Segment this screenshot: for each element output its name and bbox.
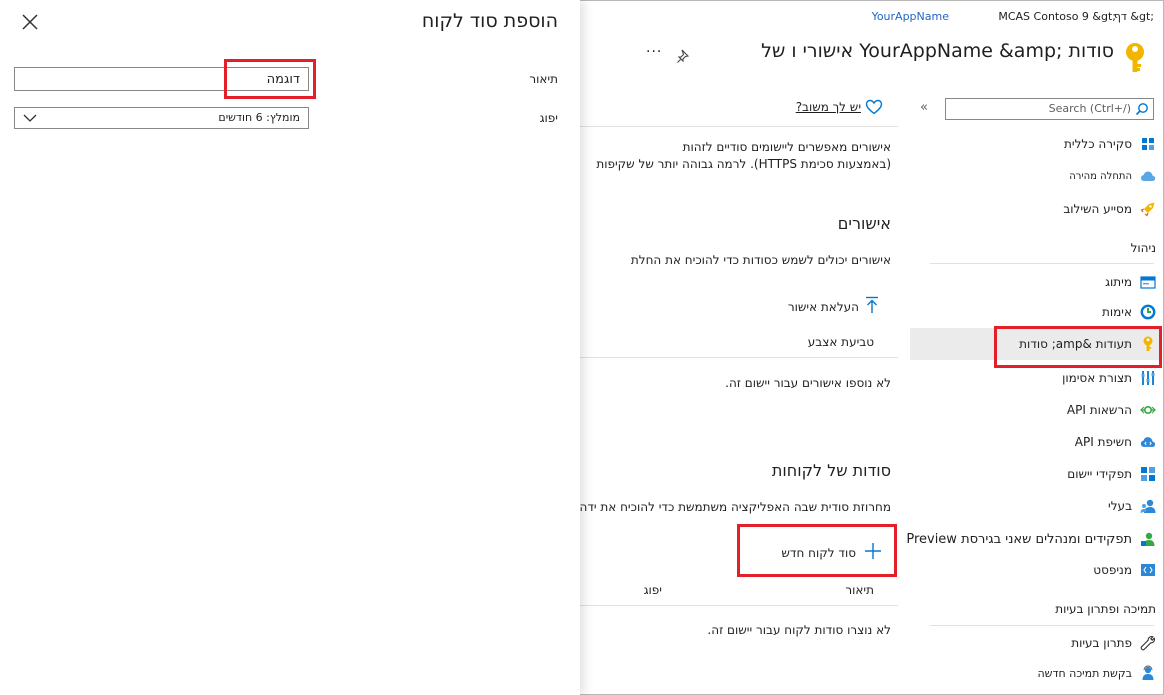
sidebar-item-label: אימות: [1101, 305, 1132, 319]
sidebar-item-expose-api[interactable]: חשיפת API: [1075, 429, 1156, 455]
sidebar-item-label: בעלי: [1108, 499, 1132, 513]
sidebar-item-manifest[interactable]: מניפסט: [1093, 557, 1156, 583]
upload-certificate-button[interactable]: העלאת אישור: [788, 300, 859, 314]
sidebar-item-api-permissions[interactable]: הרשאות API: [1067, 397, 1156, 423]
sidebar-item-new-support-request[interactable]: בקשת תמיכה חדשה: [1037, 660, 1156, 686]
chevron-down-icon: [23, 113, 37, 123]
sidebar-item-label: תפקידים ומנהלים שאני בגירסת Preview: [906, 531, 1132, 547]
section-manage: ניהול: [1130, 241, 1156, 255]
column-header-expires: יפוג: [643, 583, 662, 597]
roles-admins-icon: [1140, 531, 1156, 547]
expires-selected-value: מומלץ: 6 חודשים: [218, 111, 300, 124]
sidebar-item-branding[interactable]: מיתוג: [1105, 269, 1156, 295]
rocket-icon: [1140, 201, 1156, 217]
sidebar-item-label: בקשת תמיכה חדשה: [1037, 666, 1132, 680]
support-person-icon: [1140, 665, 1156, 681]
sidebar-item-roles-administrators[interactable]: תפקידים ומנהלים שאני בגירסת Preview: [906, 526, 1156, 552]
close-icon[interactable]: [20, 12, 40, 32]
sidebar-item-owners[interactable]: בעלי: [1108, 493, 1156, 519]
sidebar-item-label: תפקידי יישום: [1067, 467, 1132, 481]
sidebar-item-label: סקירה כללית: [1064, 137, 1132, 151]
breadcrumb-tenant[interactable]: MCAS Contoso 9 &gt;: [998, 10, 1116, 23]
manifest-icon: [1140, 562, 1156, 578]
panel-title: הוספת סוד לקוח: [421, 10, 558, 32]
grid-icon: [1140, 136, 1156, 152]
heart-icon: [865, 99, 883, 115]
branding-icon: [1140, 274, 1156, 290]
sidebar-item-label: תצורת אסימון: [1062, 371, 1132, 385]
add-client-secret-panel: הוספת סוד לקוח תיאור יפוג מומלץ: 6 חודשי…: [0, 0, 580, 695]
intro-line-1: אישורים מאפשרים ליישומים סודיים לזהות: [682, 140, 891, 154]
owners-icon: [1140, 498, 1156, 514]
pin-icon[interactable]: [676, 48, 692, 64]
app-roles-icon: [1140, 466, 1156, 482]
sidebar-item-label: מיתוג: [1105, 275, 1132, 289]
expires-label: יפוג: [539, 111, 558, 125]
column-header-description: תיאור: [845, 583, 874, 597]
sidebar-item-troubleshooting[interactable]: פתרון בעיות: [1071, 630, 1156, 656]
sidebar-item-label: פתרון בעיות: [1071, 636, 1132, 650]
breadcrumb-app[interactable]: YourAppName: [872, 10, 949, 23]
token-icon: [1140, 370, 1156, 386]
search-input[interactable]: Search (Ctrl+/): [945, 98, 1154, 120]
sidebar-item-label: חשיפת API: [1074, 435, 1132, 449]
cloud-api-icon: [1140, 434, 1156, 450]
section-support: תמיכה ופתרון בעיות: [1055, 602, 1156, 616]
sidebar-item-label: מניפסט: [1093, 563, 1132, 577]
client-secrets-empty-message: לא נוצרו סודות לקוח עבור יישום זה.: [707, 623, 891, 637]
certificates-empty-message: לא נוספו אישורים עבור יישום זה.: [725, 376, 891, 390]
cloud-icon: [1140, 168, 1156, 184]
search-placeholder: Search (Ctrl+/): [1048, 102, 1131, 115]
divider: [930, 625, 1154, 626]
expires-dropdown[interactable]: מומלץ: 6 חודשים: [14, 107, 309, 129]
column-header-thumbprint: טביעת אצבע: [807, 335, 874, 349]
authentication-icon: [1140, 304, 1156, 320]
collapse-sidebar-icon[interactable]: «: [920, 100, 928, 115]
wrench-icon: [1140, 635, 1156, 651]
sidebar-item-quickstart[interactable]: התחלה מהירה: [1069, 163, 1156, 189]
more-options-button[interactable]: ...: [646, 40, 662, 56]
sidebar-item-label: הרשאות API: [1066, 403, 1132, 417]
sidebar-item-overview[interactable]: סקירה כללית: [1064, 131, 1156, 157]
highlight-box-new-secret: [737, 524, 897, 577]
divider: [580, 605, 898, 606]
description-label: תיאור: [529, 72, 558, 86]
upload-icon: [865, 296, 879, 314]
highlight-box-certificates: [994, 326, 1162, 368]
highlight-box-description: [224, 59, 316, 99]
certificates-description: אישורים יכולים לשמש כסודות כדי להוכיח את…: [630, 253, 891, 267]
key-icon: [1124, 42, 1146, 74]
breadcrumb-home[interactable]: דף &gt;: [1114, 10, 1154, 23]
divider: [580, 357, 898, 358]
page-title: אישורי ו של YourAppName &amp; סודות: [761, 40, 1114, 62]
sidebar-item-token-configuration[interactable]: תצורת אסימון: [1062, 365, 1156, 391]
client-secrets-description: מחרוזת סודית שבה האפליקציה משתמשת כדי לה…: [579, 500, 891, 514]
sidebar-item-label: התחלה מהירה: [1069, 170, 1132, 182]
search-icon: [1135, 102, 1149, 116]
sidebar-item-label: מסייע השילוב: [1063, 202, 1132, 216]
intro-line-2: (באמצעות סכימת HTTPS). לרמה גבוהה יותר ש…: [596, 157, 891, 171]
divider: [580, 126, 898, 127]
sidebar-item-integration-assistant[interactable]: מסייע השילוב: [1063, 196, 1156, 222]
feedback-link[interactable]: יש לך משוב?: [796, 100, 861, 114]
certificates-heading: אישורים: [837, 214, 891, 233]
client-secrets-heading: סודות של לקוחות: [771, 461, 891, 480]
api-permissions-icon: [1140, 402, 1156, 418]
sidebar-item-authentication[interactable]: אימות: [1102, 299, 1156, 325]
divider: [930, 263, 1154, 264]
sidebar-item-app-roles[interactable]: תפקידי יישום: [1067, 461, 1156, 487]
